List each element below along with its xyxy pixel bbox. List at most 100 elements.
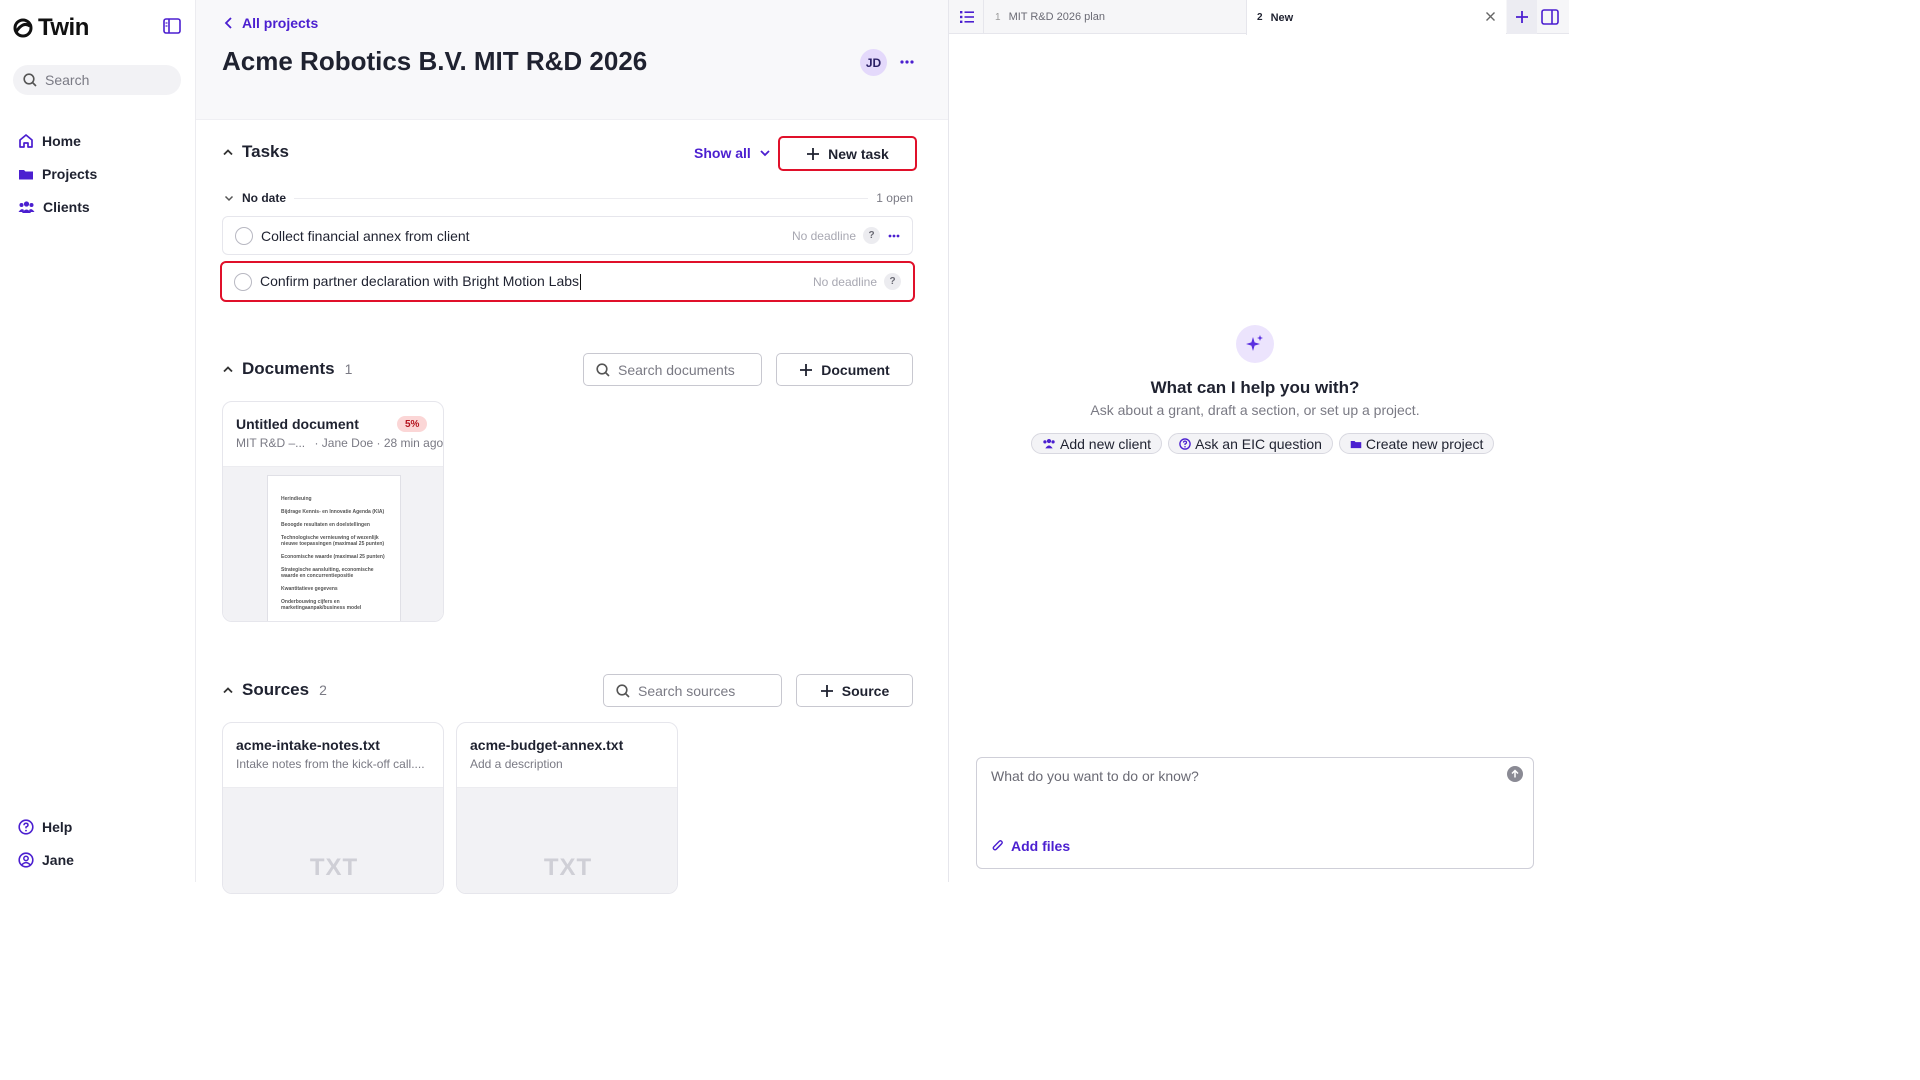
task-row-editing[interactable]: Confirm partner declaration with Bright …: [220, 261, 915, 302]
more-horizontal-icon: [900, 60, 914, 64]
chip-add-new-client[interactable]: Add new client: [1031, 433, 1163, 454]
sidebar-item-label: Help: [42, 818, 73, 835]
progress-badge: 5%: [397, 416, 428, 432]
sources-search[interactable]: [603, 674, 782, 707]
sources-search-input[interactable]: [638, 682, 768, 699]
task-group-label: No date: [242, 191, 287, 205]
sidebar-item-label: Jane: [42, 851, 74, 868]
preview-line: Economische waarde (maximaal 25 punten): [281, 554, 385, 560]
tab-new[interactable]: 2 New: [1246, 0, 1506, 35]
add-document-button[interactable]: Document: [776, 353, 913, 386]
tab-list-button[interactable]: [959, 9, 975, 25]
arrow-up-icon: [1511, 769, 1519, 778]
documents-title: Documents: [242, 359, 335, 378]
add-source-button[interactable]: Source: [796, 674, 913, 707]
task-more-button[interactable]: [888, 234, 900, 238]
task-group-divider: [294, 197, 869, 199]
main-content: All projects Acme Robotics B.V. MIT R&D …: [196, 0, 948, 894]
sidebar-item-user[interactable]: Jane: [18, 843, 74, 876]
panel-layout-button[interactable]: [1541, 9, 1559, 25]
document-meta: MIT R&D –... · Jane Doe · 28 min ago: [236, 436, 443, 450]
task-deadline[interactable]: No deadline: [792, 229, 856, 243]
text-caret: [580, 274, 582, 291]
sidebar-item-label: Clients: [43, 198, 90, 215]
avatar[interactable]: JD: [860, 49, 887, 76]
tasks-section-header[interactable]: Tasks: [222, 142, 289, 162]
show-all-dropdown[interactable]: Show all: [694, 145, 771, 161]
deadline-help-icon[interactable]: ?: [863, 227, 880, 244]
users-icon: [1043, 438, 1055, 449]
task-deadline[interactable]: No deadline: [813, 275, 877, 289]
new-tab-button[interactable]: [1507, 0, 1537, 34]
source-description: Add a description: [470, 757, 563, 771]
folder-icon: [19, 169, 33, 179]
sidebar-item-projects[interactable]: Projects: [18, 157, 97, 190]
add-document-label: Document: [821, 361, 890, 378]
back-to-projects-link[interactable]: All projects: [224, 15, 318, 31]
document-meta-author: · Jane Doe · 28 min ago: [314, 436, 444, 450]
paperclip-icon: [992, 840, 1003, 851]
chip-label: Create new project: [1365, 435, 1484, 452]
send-button[interactable]: [1507, 766, 1523, 782]
source-description: Intake notes from the kick-off call....: [236, 757, 425, 771]
file-type-label: TXT: [309, 854, 359, 881]
twin-logo-icon: [13, 18, 33, 38]
sidebar-search-input[interactable]: [45, 72, 165, 88]
chip-ask-eic-question[interactable]: Ask an EIC question: [1168, 433, 1333, 454]
task-text-value: Confirm partner declaration with Bright …: [260, 272, 580, 289]
search-icon: [596, 362, 610, 377]
documents-search[interactable]: [583, 353, 762, 386]
new-task-button[interactable]: New task: [778, 136, 917, 171]
task-text[interactable]: Collect financial annex from client: [261, 228, 792, 244]
add-files-button[interactable]: Add files: [991, 838, 1070, 854]
sidebar-nav: Home Projects Clients: [18, 124, 97, 223]
sidebar-search[interactable]: [13, 65, 181, 95]
documents-search-input[interactable]: [618, 361, 748, 378]
preview-line: Technologische vernieuwing of wezenlijk …: [281, 535, 385, 547]
help-icon: [1179, 437, 1191, 450]
source-card[interactable]: acme-intake-notes.txt Intake notes from …: [222, 722, 444, 894]
home-icon: [19, 133, 33, 148]
task-checkbox[interactable]: [234, 272, 252, 291]
app-logo[interactable]: Twin: [12, 14, 89, 42]
source-preview: TXT: [223, 787, 443, 893]
project-more-button[interactable]: [897, 52, 917, 72]
chat-input[interactable]: [991, 768, 1491, 828]
source-title: acme-budget-annex.txt: [470, 737, 624, 753]
chip-label: Ask an EIC question: [1195, 435, 1322, 452]
tab-label: New: [1270, 11, 1294, 24]
sidebar-item-clients[interactable]: Clients: [18, 190, 97, 223]
app-logo-text: Twin: [38, 14, 89, 41]
chevron-down-icon: [760, 150, 770, 157]
task-checkbox[interactable]: [235, 226, 253, 245]
chevron-left-icon: [224, 17, 232, 29]
source-card[interactable]: acme-budget-annex.txt Add a description …: [456, 722, 678, 894]
show-all-label: Show all: [694, 145, 751, 161]
document-card[interactable]: Untitled document 5% MIT R&D –... · Jane…: [222, 401, 444, 622]
close-icon: [1486, 12, 1495, 21]
chip-create-new-project[interactable]: Create new project: [1338, 433, 1495, 454]
tab-close-button[interactable]: [1485, 11, 1496, 22]
sidebar-item-help[interactable]: Help: [18, 810, 74, 843]
users-icon: [18, 200, 35, 213]
tab-label: MIT R&D 2026 plan: [1008, 11, 1105, 23]
tab-number: 2: [1257, 12, 1263, 23]
suggestion-chips: Add new client Ask an EIC question Creat…: [1031, 433, 1495, 454]
task-text-input[interactable]: Confirm partner declaration with Bright …: [260, 272, 813, 291]
task-group-no-date[interactable]: No date 1 open: [224, 191, 913, 205]
page-title: Acme Robotics B.V. MIT R&D 2026: [222, 46, 648, 76]
sidebar-collapse-button[interactable]: [163, 18, 183, 36]
documents-section-header[interactable]: Documents 1: [222, 359, 352, 379]
help-icon: [18, 818, 34, 835]
task-row[interactable]: Collect financial annex from client No d…: [222, 216, 913, 255]
chevron-down-icon: [224, 195, 234, 201]
sources-section-header[interactable]: Sources 2: [222, 680, 327, 700]
deadline-help-icon[interactable]: ?: [884, 273, 901, 290]
sidebar-item-label: Projects: [42, 165, 98, 182]
tasks-title: Tasks: [242, 142, 289, 161]
preview-line: Onderbouwing cijfers en marketingaanpak/…: [281, 599, 362, 611]
chevron-up-icon: [223, 149, 233, 156]
preview-line: Strategische aansluiting, economische wa…: [281, 567, 374, 579]
tab-mit-plan[interactable]: 1 MIT R&D 2026 plan: [983, 0, 1245, 34]
sidebar-item-home[interactable]: Home: [18, 124, 97, 157]
